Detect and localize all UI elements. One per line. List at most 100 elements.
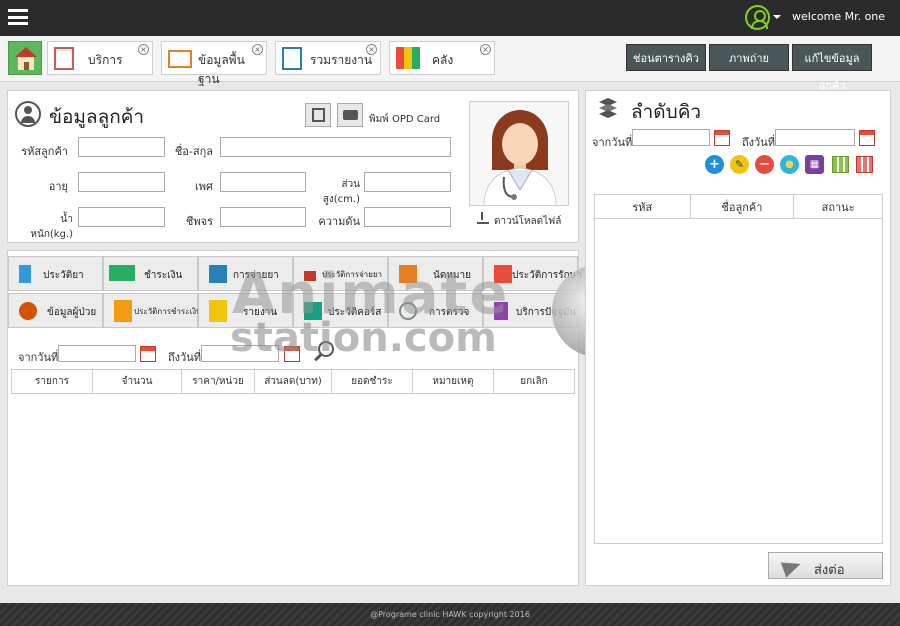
close-icon[interactable]: × xyxy=(366,44,377,55)
course-history-button[interactable]: ประวัติคอร์ส xyxy=(293,293,388,328)
to-date-input[interactable] xyxy=(201,345,279,362)
examination-button[interactable]: การตรวจ xyxy=(388,293,483,328)
tab-warehouse[interactable]: คลัง × xyxy=(389,41,495,75)
payment-button[interactable]: ชำระเงิน xyxy=(103,256,198,291)
print-button[interactable] xyxy=(337,103,363,127)
welcome-text: welcome Mr. one xyxy=(792,10,886,23)
photo-button[interactable]: ภาพถ่าย xyxy=(709,44,789,71)
tab-basic-data[interactable]: ข้อมูลพื้นฐาน × xyxy=(161,41,267,86)
calendar-icon[interactable]: ▦ xyxy=(805,155,824,174)
download-file-link[interactable]: ดาวน์โหลดไฟล์ xyxy=(494,214,561,229)
queue-from-label: จากวันที่ xyxy=(592,136,633,149)
layers-icon xyxy=(597,98,621,118)
history-table: รายการ จำนวน ราคา/หน่วย ส่วนลด(บาท) ยอดช… xyxy=(11,369,576,394)
pulse-input[interactable] xyxy=(220,207,306,227)
height-input[interactable] xyxy=(364,172,451,192)
payment-history-button[interactable]: ประวัติการชำระเงิน xyxy=(103,293,202,328)
dispense-history-button[interactable]: ประวัติการจ่ายยา xyxy=(293,256,388,291)
save-button[interactable] xyxy=(305,103,331,127)
queue-schedule-button[interactable]: ช่อนตารางคิว xyxy=(626,44,706,71)
to-date-label: ถึงวันที่ xyxy=(168,351,201,364)
pressure-input[interactable] xyxy=(364,207,451,227)
doctor-avatar-image xyxy=(483,110,557,205)
user-icon[interactable] xyxy=(745,5,770,30)
delete-row-icon[interactable] xyxy=(856,156,873,173)
medicine-icon xyxy=(19,265,31,283)
fullname-input[interactable] xyxy=(220,137,451,157)
customer-info-panel: ข้อมูลลูกค้า พิมพ์ OPD Card รหัสลูกค้า ช… xyxy=(7,90,579,243)
pulse-label: ชีพจร xyxy=(185,215,213,228)
calendar-icon[interactable] xyxy=(714,130,730,146)
column-header: หมายเหตุ xyxy=(411,369,494,394)
drug-history-button[interactable]: ประวัติยา xyxy=(8,256,103,291)
user-icon xyxy=(15,101,41,127)
function-label: การจ่ายยา xyxy=(233,270,279,281)
send-label: ส่งต่อ xyxy=(814,563,845,578)
menu-icon[interactable] xyxy=(8,9,28,25)
function-label: บริการปัจจุบัน xyxy=(516,307,577,318)
remove-icon[interactable]: − xyxy=(755,155,774,174)
queue-from-input[interactable] xyxy=(632,129,710,146)
customer-code-input[interactable] xyxy=(78,137,165,157)
tab-services[interactable]: บริการ × xyxy=(47,41,153,75)
calendar-icon xyxy=(399,265,417,283)
print-opd-label[interactable]: พิมพ์ OPD Card xyxy=(369,112,440,127)
tab-label: ข้อมูลพื้นฐาน xyxy=(198,53,245,86)
money-icon xyxy=(109,265,135,281)
queue-title: ลำดับคิว xyxy=(631,101,702,123)
tab-label: รวมรายงาน xyxy=(310,53,373,67)
close-icon[interactable]: × xyxy=(480,44,491,55)
calendar-icon[interactable] xyxy=(859,130,875,146)
height-label: ส่วนสูง(cm.) xyxy=(322,179,360,205)
function-label: ประวัติคอร์ส xyxy=(328,307,382,318)
add-icon[interactable]: + xyxy=(705,155,724,174)
fullname-label: ชื่อ-สกุล xyxy=(174,145,213,158)
medical-cross-icon xyxy=(494,265,512,283)
appointment-button[interactable]: นัดหมาย xyxy=(388,256,483,291)
stethoscope-icon xyxy=(399,302,417,320)
customer-code-label: รหัสลูกค้า xyxy=(21,145,68,158)
column-header: ชื่อลูกค้า xyxy=(689,194,795,219)
function-grid: ประวัติยา ชำระเงิน การจ่ายยา ประวัติการจ… xyxy=(8,256,582,328)
search-icon[interactable] xyxy=(314,341,334,362)
printer-icon xyxy=(343,110,358,120)
service-icon xyxy=(494,302,508,320)
current-service-button[interactable]: บริการปัจจุบัน xyxy=(483,293,578,328)
function-label: ข้อมูลผู้ป่วย xyxy=(47,307,97,318)
close-icon[interactable]: × xyxy=(138,44,149,55)
add-row-icon[interactable] xyxy=(832,156,849,173)
column-header: จำนวน xyxy=(91,369,183,394)
queue-to-input[interactable] xyxy=(775,129,855,146)
treatment-history-button[interactable]: ประวัติการรักษา xyxy=(483,256,582,291)
from-date-label: จากวันที่ xyxy=(18,351,59,364)
column-header: ยอดชำระ xyxy=(330,369,413,394)
edit-customer-button[interactable]: แก้ไขข้อมูลลูกค้า xyxy=(792,44,872,92)
table-header-row: รายการ จำนวน ราคา/หน่วย ส่วนลด(บาท) ยอดช… xyxy=(11,369,576,394)
patient-info-button[interactable]: ข้อมูลผู้ป่วย xyxy=(8,293,103,328)
sex-input[interactable] xyxy=(220,172,306,192)
queue-to-label: ถึงวันที่ xyxy=(742,136,775,149)
document-icon xyxy=(54,47,74,70)
dispense-button[interactable]: การจ่ายยา xyxy=(198,256,293,291)
edit-icon[interactable]: ✎ xyxy=(730,155,749,174)
calendar-icon[interactable] xyxy=(284,346,300,362)
from-date-input[interactable] xyxy=(58,345,136,362)
close-icon[interactable]: × xyxy=(252,44,263,55)
report-button[interactable]: รายงาน xyxy=(198,293,293,328)
function-label: ประวัติการรักษา xyxy=(512,270,582,281)
calendar-icon[interactable] xyxy=(140,346,156,362)
queue-table-body xyxy=(594,218,883,544)
send-button[interactable]: ส่งต่อ xyxy=(768,552,883,579)
table-header-row: รหัส ชื่อลูกค้า สถานะ xyxy=(594,194,883,219)
camera-icon[interactable]: ● xyxy=(780,155,799,174)
weight-input[interactable] xyxy=(78,207,165,227)
pressure-label: ความดัน xyxy=(318,215,360,228)
patient-icon xyxy=(19,302,37,320)
warehouse-icon xyxy=(396,47,420,69)
home-button[interactable] xyxy=(8,41,42,75)
tab-reports[interactable]: รวมรายงาน × xyxy=(275,41,381,75)
chevron-down-icon[interactable] xyxy=(773,15,781,19)
column-header: รายการ xyxy=(11,369,93,394)
age-input[interactable] xyxy=(78,172,165,192)
receipt-icon xyxy=(114,300,132,322)
